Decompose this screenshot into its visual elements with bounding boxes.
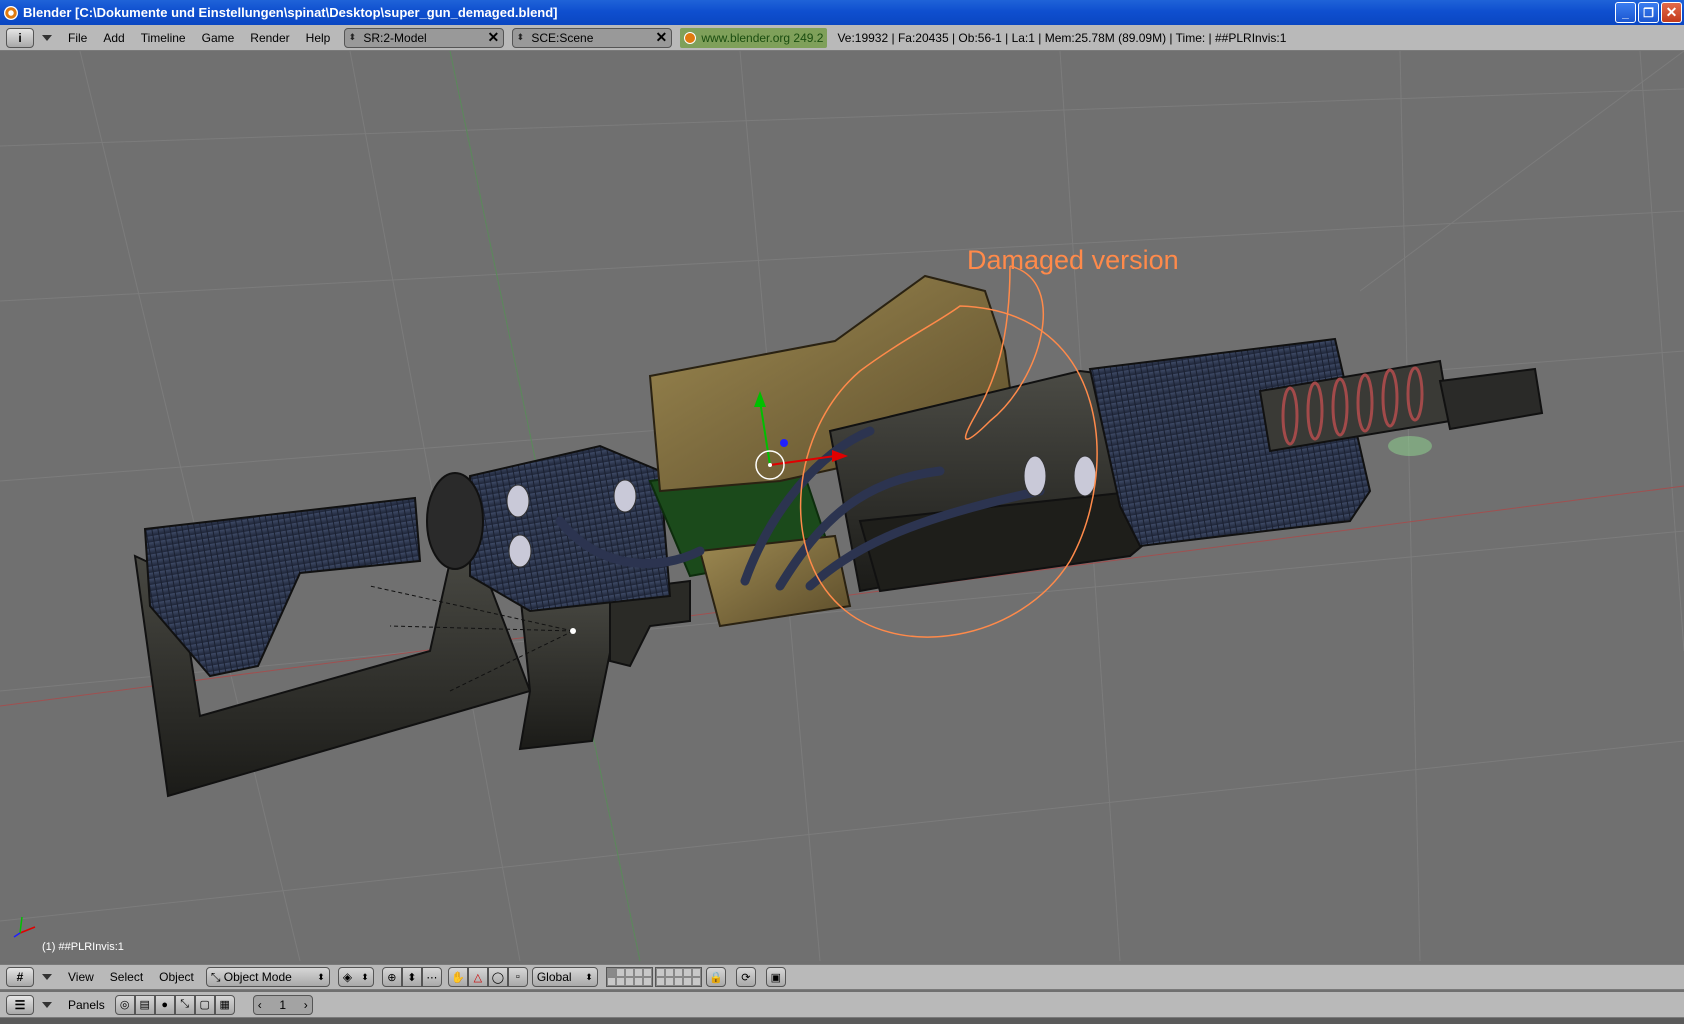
view-axes-gizmo xyxy=(13,916,36,938)
scene-name[interactable]: SCE:Scene xyxy=(527,31,593,45)
manipulator-hand-icon[interactable]: ✋ xyxy=(447,967,468,987)
collapse-menu-icon[interactable] xyxy=(42,34,52,41)
object-mode-icon: ⤡ xyxy=(210,969,224,984)
grid-diagonal xyxy=(1359,51,1684,292)
gun-front-sleeve[interactable] xyxy=(1088,337,1372,548)
delete-screen-icon[interactable]: ✕ xyxy=(485,29,501,46)
window-titlebar: Blender [C:\Dokumente und Einstellungen\… xyxy=(0,0,1684,25)
minimize-button[interactable]: _ xyxy=(1615,2,1636,23)
info-header: i File Add Timeline Game Render Help ⬍ S… xyxy=(0,25,1684,51)
blender-link-text[interactable]: www.blender.org 249.2 xyxy=(701,31,823,45)
gun-model[interactable] xyxy=(133,274,1544,798)
3d-viewport[interactable]: Damaged version (1) ##PLRInvis:1 xyxy=(0,51,1684,961)
menu-render[interactable]: Render xyxy=(242,31,297,45)
menu-add[interactable]: Add xyxy=(95,31,132,45)
restore-button[interactable]: ❐ xyxy=(1638,2,1659,23)
layer-block-1[interactable] xyxy=(605,967,653,987)
annotation-text: Damaged version xyxy=(967,245,1179,275)
scene-stats: Ve:19932 | Fa:20435 | Ob:56-1 | La:1 | M… xyxy=(837,30,1287,45)
gun-muzzle[interactable] xyxy=(1438,367,1544,431)
editing-context-icon[interactable]: ▢ xyxy=(194,994,215,1015)
shading-context-icon[interactable]: ● xyxy=(154,994,175,1015)
menu-object[interactable]: Object xyxy=(151,970,202,984)
bottom-border xyxy=(0,1018,1684,1024)
pivot-dropdown-icon[interactable]: ⬍ xyxy=(401,967,422,987)
frame-increment-icon[interactable]: › xyxy=(304,998,308,1012)
solid-shading-icon: ◈ xyxy=(342,970,353,984)
editor-type-buttons-icon[interactable]: ☰ xyxy=(6,994,34,1015)
rotate-manipulator-icon[interactable]: ◯ xyxy=(487,967,508,987)
delete-scene-icon[interactable]: ✕ xyxy=(653,29,669,46)
updown-arrows-icon: ⬍ xyxy=(516,32,525,42)
menu-view[interactable]: View xyxy=(60,970,102,984)
translate-manipulator-icon[interactable]: △ xyxy=(467,967,488,987)
orientation-value[interactable]: Global xyxy=(537,970,572,984)
pivot-icon[interactable]: ⊕ xyxy=(381,967,402,987)
blender-website-link[interactable]: www.blender.org 249.2 xyxy=(680,27,828,48)
3d-view-header: # View Select Object ⤡ Object Mode ⬍ ◈ ⬍… xyxy=(0,964,1684,990)
gun-rear-gear xyxy=(426,472,484,570)
screen-selector[interactable]: ⬍ SR:2-Model ✕ xyxy=(344,27,505,48)
script-context-icon[interactable]: ▤ xyxy=(134,994,155,1015)
mode-dropdown[interactable]: ⤡ Object Mode ⬍ xyxy=(205,967,330,987)
menu-timeline[interactable]: Timeline xyxy=(133,31,194,45)
scale-manipulator-icon[interactable]: ▫ xyxy=(507,967,528,987)
panels-menu[interactable]: Panels xyxy=(60,998,113,1012)
active-object-label: (1) ##PLRInvis:1 xyxy=(42,941,124,953)
viewport-scene[interactable] xyxy=(0,51,1684,961)
buttons-window-header: ☰ Panels ◎ ▤ ● ⤡ ▢ ▦ ‹ 1 › xyxy=(0,992,1684,1018)
dropdown-arrows-icon: ⬍ xyxy=(585,971,593,982)
window-title: Blender [C:\Dokumente und Einstellungen\… xyxy=(23,5,558,20)
frame-decrement-icon[interactable]: ‹ xyxy=(258,998,262,1012)
draw-type-dropdown[interactable]: ◈ ⬍ xyxy=(337,967,374,987)
collapse-menu-icon[interactable] xyxy=(42,974,52,980)
occlude-geometry-icon[interactable]: ⋯ xyxy=(421,967,442,987)
menu-select[interactable]: Select xyxy=(102,970,151,984)
dropdown-arrows-icon: ⬍ xyxy=(317,971,325,982)
scene-context-icon[interactable]: ▦ xyxy=(214,994,235,1015)
lock-layers-icon[interactable]: 🔒 xyxy=(705,967,726,987)
menu-help[interactable]: Help xyxy=(298,31,339,45)
close-button[interactable]: ✕ xyxy=(1661,2,1682,23)
orientation-dropdown[interactable]: Global ⬍ xyxy=(531,967,598,987)
frame-value[interactable]: 1 xyxy=(279,998,286,1012)
editor-type-info-icon[interactable]: i xyxy=(6,27,34,48)
scene-selector[interactable]: ⬍ SCE:Scene ✕ xyxy=(512,27,673,48)
gun-stock-pad[interactable] xyxy=(143,496,422,678)
screen-name[interactable]: SR:2-Model xyxy=(359,31,426,45)
logic-context-icon[interactable]: ◎ xyxy=(114,994,135,1015)
dropdown-arrows-icon: ⬍ xyxy=(361,971,369,982)
current-frame-field[interactable]: ‹ 1 › xyxy=(252,994,313,1015)
editor-type-grid-icon[interactable]: # xyxy=(6,967,34,987)
blender-logo-icon xyxy=(684,31,697,44)
updown-arrows-icon: ⬍ xyxy=(348,32,357,42)
lamp-dot xyxy=(570,628,576,634)
layer-buttons[interactable] xyxy=(605,967,704,987)
mode-value[interactable]: Object Mode xyxy=(224,970,292,984)
object-context-icon[interactable]: ⤡ xyxy=(174,994,195,1015)
collapse-menu-icon[interactable] xyxy=(42,1001,52,1008)
menu-file[interactable]: File xyxy=(60,31,95,45)
render-view-icon[interactable]: ▣ xyxy=(765,967,786,987)
layer-block-2[interactable] xyxy=(654,967,702,987)
link-scene-icon[interactable]: ⟳ xyxy=(735,967,756,987)
blender-app-icon xyxy=(4,5,18,20)
menu-game[interactable]: Game xyxy=(194,31,243,45)
gun-muzzle-glow xyxy=(1388,436,1432,456)
